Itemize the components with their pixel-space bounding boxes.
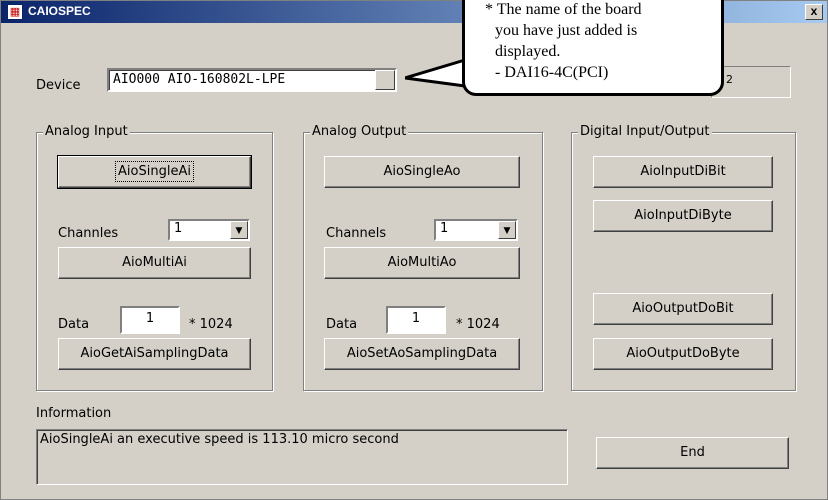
ao-data-input[interactable]: 1 — [386, 306, 446, 334]
aio-set-ao-sampling-data-button[interactable]: AioSetAoSamplingData — [324, 338, 520, 370]
app-icon: ▦ — [7, 4, 23, 20]
window-title: CAIOSPEC — [28, 4, 91, 18]
aio-multi-ai-button[interactable]: AioMultiAi — [58, 247, 251, 279]
aio-single-ai-button[interactable]: AioSingleAi — [57, 155, 252, 189]
ai-channels-label: Channles — [58, 226, 119, 241]
ai-data-input[interactable]: 1 — [120, 306, 180, 334]
information-field: AioSingleAi an executive speed is 113.10… — [36, 429, 568, 485]
aio-output-do-bit-button[interactable]: AioOutputDoBit — [593, 293, 773, 325]
ao-channels-label: Channels — [326, 226, 387, 241]
ao-channels-select[interactable]: 1 ▼ — [434, 219, 518, 241]
callout-line-2: you have just added is — [495, 22, 638, 39]
aio-multi-ao-button[interactable]: AioMultiAo — [324, 247, 520, 279]
ai-data-label: Data — [58, 317, 90, 332]
analog-output-title: Analog Output — [310, 124, 409, 139]
annotation-callout: * The name of the board you have just ad… — [462, 0, 724, 96]
aio-get-ai-sampling-data-button[interactable]: AioGetAiSamplingData — [58, 338, 251, 370]
ao-data-unit: * 1024 — [456, 317, 500, 332]
ao-channels-value: 1 — [440, 221, 449, 236]
board-info-text: 2 — [726, 73, 733, 86]
aio-single-ai-label: AioSingleAi — [115, 161, 194, 182]
aio-single-ao-button[interactable]: AioSingleAo — [324, 156, 520, 188]
device-label: Device — [36, 78, 81, 93]
ai-channels-select[interactable]: 1 ▼ — [168, 219, 250, 241]
callout-line-3: displayed. — [495, 43, 561, 60]
digital-io-title: Digital Input/Output — [578, 124, 712, 139]
ai-data-unit: * 1024 — [189, 317, 233, 332]
aio-input-di-byte-button[interactable]: AioInputDiByte — [593, 200, 773, 232]
aio-input-di-bit-button[interactable]: AioInputDiBit — [593, 156, 773, 188]
device-dropdown-arrow[interactable] — [375, 70, 395, 90]
chevron-down-icon[interactable]: ▼ — [230, 221, 248, 239]
callout-line-4: - DAI16-4C(PCI) — [495, 64, 609, 81]
information-label: Information — [36, 406, 112, 421]
device-select[interactable]: AIO000 AIO-160802L-LPE — [107, 68, 397, 92]
ai-channels-value: 1 — [174, 221, 183, 236]
ao-data-label: Data — [326, 317, 358, 332]
aio-output-do-byte-button[interactable]: AioOutputDoByte — [593, 338, 773, 370]
callout-line-1: * The name of the board — [485, 1, 642, 18]
analog-input-title: Analog Input — [43, 124, 130, 139]
chevron-down-icon[interactable]: ▼ — [498, 221, 516, 239]
end-button[interactable]: End — [596, 437, 789, 469]
close-button[interactable]: x — [805, 4, 823, 20]
